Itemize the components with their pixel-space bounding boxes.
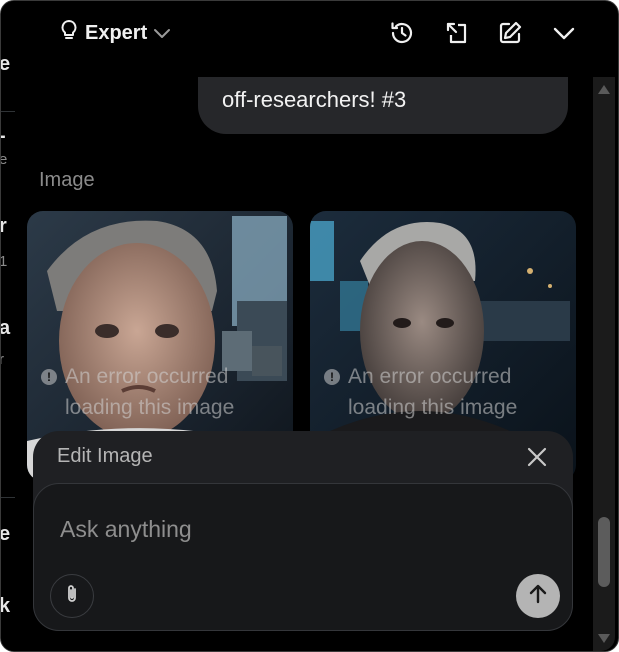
scrollbar-thumb[interactable] — [598, 517, 610, 587]
edit-image-title: Edit Image — [57, 445, 153, 467]
lightbulb-icon — [59, 19, 79, 47]
error-text-line2: loading this image — [348, 396, 518, 419]
edit-image-panel: Edit Image — [33, 431, 573, 631]
error-text-line2: loading this image — [65, 396, 235, 419]
bg-fragment: e — [0, 523, 11, 545]
chevron-down-icon — [153, 22, 171, 45]
mode-selector[interactable]: Expert — [59, 19, 171, 47]
image-error: ! An error occurred loading this image — [41, 361, 234, 423]
error-icon: ! — [41, 369, 57, 385]
arrow-up-icon — [526, 582, 550, 610]
prompt-composer — [33, 483, 573, 631]
bg-divider — [1, 111, 15, 112]
error-text-line1: An error occurred — [348, 365, 512, 388]
assistant-panel: Expert off-researchers! #3 Image ! An er… — [15, 1, 615, 651]
collapse-icon[interactable] — [550, 19, 578, 47]
error-text-line1: An error occurred — [65, 365, 229, 388]
background-page: e - e r 1 a r e k — [1, 1, 15, 651]
attach-button[interactable] — [50, 574, 94, 618]
paperclip-icon — [62, 583, 82, 609]
bg-fragment: e — [1, 151, 7, 168]
bg-fragment: k — [0, 595, 11, 617]
mode-label: Expert — [85, 21, 148, 44]
scrollbar[interactable] — [593, 77, 615, 651]
close-icon[interactable] — [525, 445, 549, 469]
bg-fragment: r — [1, 351, 4, 368]
error-icon: ! — [324, 369, 340, 385]
pop-out-icon[interactable] — [443, 19, 471, 47]
bg-fragment: r — [1, 215, 7, 238]
image-section-label: Image — [39, 169, 95, 191]
app-window: e - e r 1 a r e k Expert — [0, 0, 619, 652]
image-error: ! An error occurred loading this image — [324, 361, 517, 423]
bg-fragment: 1 — [1, 253, 7, 270]
send-button[interactable] — [516, 574, 560, 618]
scroll-up-icon[interactable] — [598, 85, 610, 94]
bg-fragment: e — [0, 53, 11, 75]
bg-divider — [1, 497, 15, 498]
panel-header: Expert — [15, 1, 615, 65]
user-message: off-researchers! #3 — [198, 77, 568, 134]
edit-icon[interactable] — [496, 19, 524, 47]
bg-fragment: - — [1, 125, 6, 148]
scroll-down-icon[interactable] — [598, 634, 610, 643]
bg-fragment: a — [0, 317, 11, 339]
prompt-input[interactable] — [58, 508, 542, 550]
history-icon[interactable] — [388, 19, 416, 47]
